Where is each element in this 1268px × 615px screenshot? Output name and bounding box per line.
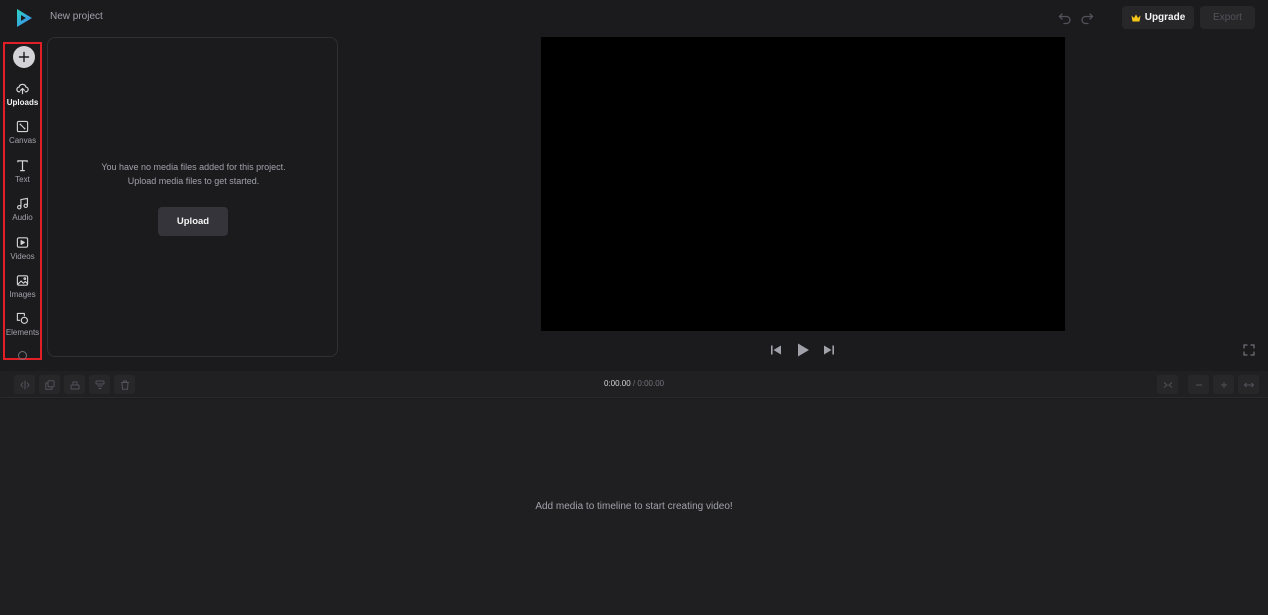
- sidebar-item-label: Text: [15, 175, 30, 184]
- sidebar-item-audio[interactable]: Audio: [5, 197, 40, 233]
- sidebar-item-label: Elements: [5, 328, 40, 337]
- duplicate-button[interactable]: [39, 375, 60, 394]
- player-controls: [770, 342, 840, 358]
- fit-icon: [1163, 381, 1172, 388]
- upgrade-label: Upgrade: [1144, 12, 1186, 23]
- sidebar-item-images[interactable]: Images: [5, 274, 40, 310]
- duplicate-icon: [44, 379, 54, 390]
- redo-icon[interactable]: [1080, 11, 1094, 25]
- more-icon[interactable]: [18, 351, 27, 360]
- upload-button[interactable]: Upload: [158, 207, 228, 236]
- empty-media-line2: Upload media files to get started.: [127, 175, 260, 186]
- image-icon: [16, 275, 29, 286]
- timeline-area[interactable]: Add media to timeline to start creating …: [0, 399, 1268, 615]
- cloud-upload-icon: [16, 83, 29, 95]
- project-title[interactable]: New project: [50, 11, 103, 22]
- add-button[interactable]: [13, 46, 35, 68]
- fullscreen-icon[interactable]: [1243, 344, 1255, 356]
- trash-icon: [120, 380, 129, 390]
- time-separator: /: [632, 379, 636, 388]
- split-button[interactable]: [14, 375, 35, 394]
- plus-icon: [1220, 381, 1227, 388]
- align-icon: [70, 381, 79, 389]
- media-panel: You have no media files added for this p…: [47, 37, 338, 357]
- skip-back-icon[interactable]: [770, 344, 782, 356]
- sidebar-item-label: Videos: [10, 252, 35, 261]
- zoom-in-button[interactable]: [1213, 375, 1234, 394]
- undo-icon[interactable]: [1058, 11, 1072, 25]
- text-icon: [17, 160, 28, 172]
- timeline-toolbar: 0:00.00 / 0:00.00: [0, 371, 1268, 398]
- left-sidebar: Uploads Canvas Text Audio Videos Images …: [3, 42, 42, 360]
- video-preview: [541, 37, 1065, 331]
- zoom-fit-button[interactable]: [1238, 375, 1259, 394]
- time-display: 0:00.00 / 0:00.00: [604, 379, 664, 388]
- sidebar-item-canvas[interactable]: Canvas: [5, 120, 40, 156]
- canvas-icon: [16, 120, 29, 133]
- align-button[interactable]: [64, 375, 85, 394]
- music-note-icon: [17, 197, 28, 210]
- sidebar-item-label: Canvas: [8, 136, 37, 145]
- plus-icon: [18, 51, 30, 63]
- export-button[interactable]: Export: [1200, 6, 1255, 29]
- zoom-out-button[interactable]: [1188, 375, 1209, 394]
- empty-media-line1: You have no media files added for this p…: [101, 162, 286, 172]
- current-time: 0:00.00: [604, 379, 631, 388]
- fit-timeline-button[interactable]: [1157, 375, 1178, 394]
- detach-icon: [95, 380, 104, 389]
- shapes-icon: [16, 312, 28, 324]
- sidebar-item-label: Images: [9, 290, 36, 299]
- minus-icon: [1195, 384, 1202, 385]
- video-icon: [16, 237, 29, 248]
- sidebar-item-label: Audio: [12, 213, 33, 222]
- timeline-empty-message: Add media to timeline to start creating …: [535, 501, 733, 512]
- skip-forward-icon[interactable]: [823, 344, 835, 356]
- sidebar-item-text[interactable]: Text: [5, 159, 40, 195]
- delete-button[interactable]: [114, 375, 135, 394]
- expand-horizontal-icon: [1243, 382, 1254, 387]
- sidebar-item-uploads[interactable]: Uploads: [5, 82, 40, 118]
- split-icon: [19, 380, 30, 389]
- upgrade-button[interactable]: Upgrade: [1122, 6, 1194, 29]
- detach-button[interactable]: [89, 375, 110, 394]
- crown-icon: [1131, 14, 1141, 21]
- app-logo-icon[interactable]: [14, 8, 34, 28]
- top-bar: New project Upgrade Export: [0, 0, 1268, 36]
- sidebar-item-label: Uploads: [6, 98, 39, 107]
- editor-app: New project Upgrade Export Uploads Canva…: [0, 0, 1268, 615]
- total-time: 0:00.00: [637, 379, 665, 388]
- empty-media-message: You have no media files added for this p…: [48, 161, 339, 188]
- sidebar-item-elements[interactable]: Elements: [5, 312, 40, 348]
- sidebar-item-videos[interactable]: Videos: [5, 236, 40, 272]
- play-icon[interactable]: [796, 342, 810, 358]
